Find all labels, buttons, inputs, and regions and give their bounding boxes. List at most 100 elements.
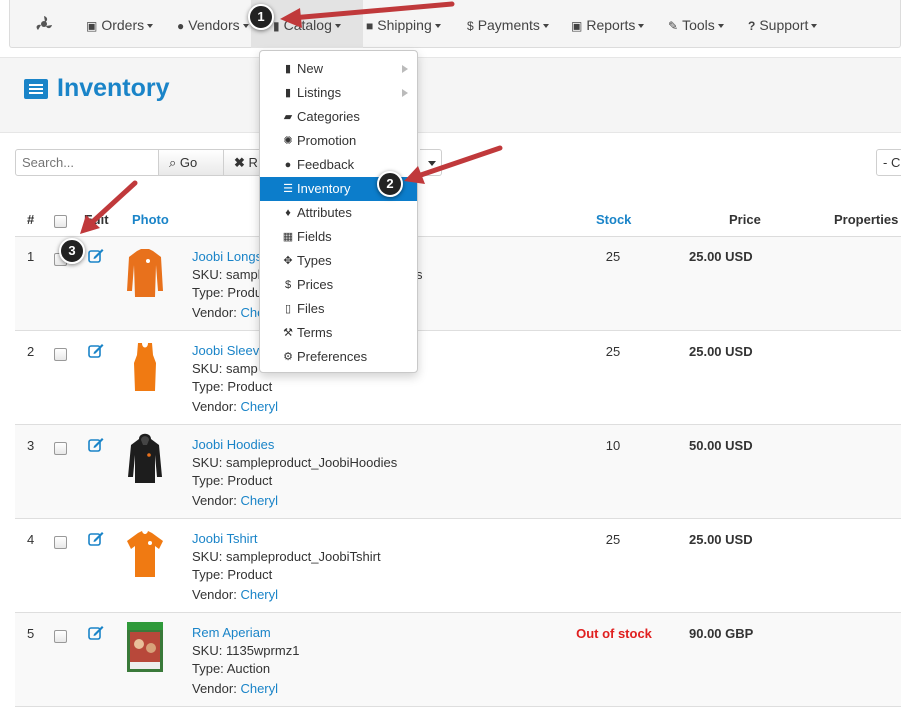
filter-select[interactable] bbox=[420, 149, 442, 176]
price-value: 90.00 GBP bbox=[689, 626, 754, 641]
nav-support[interactable]: ? Support bbox=[748, 0, 818, 48]
menu-item-listings[interactable]: ▮ Listings bbox=[260, 81, 417, 105]
select-all-checkbox[interactable] bbox=[54, 215, 67, 228]
menu-item-types[interactable]: ✥ Types bbox=[260, 249, 417, 273]
product-info: Rem Aperiam SKU: 1135wprmz1 Type: Auctio… bbox=[192, 624, 300, 696]
cogs-icon: ⚙ bbox=[283, 351, 293, 363]
menu-item-terms[interactable]: ⚒ Terms bbox=[260, 321, 417, 345]
column-header-stock[interactable]: Stock bbox=[596, 212, 631, 227]
annotation-badge-1: 1 bbox=[248, 4, 274, 30]
bookmark-icon: ▮ bbox=[284, 87, 292, 99]
caret-down-icon bbox=[717, 24, 724, 29]
vendor-link[interactable]: Cheryl bbox=[240, 587, 278, 602]
annotation-badge-3: 3 bbox=[59, 238, 85, 264]
question-icon: ? bbox=[748, 19, 756, 33]
page-header: Inventory bbox=[0, 57, 901, 133]
go-button[interactable]: ⌕ Go bbox=[158, 149, 224, 176]
nav-shipping[interactable]: ■ Shipping bbox=[366, 0, 441, 48]
nav-tools[interactable]: ✎ Tools bbox=[668, 0, 724, 48]
comment-icon: ● bbox=[284, 159, 292, 171]
page-title: Inventory bbox=[57, 74, 170, 102]
menu-item-files[interactable]: ▯ Files bbox=[260, 297, 417, 321]
bookmark-icon: ▮ bbox=[273, 19, 280, 33]
money-icon: ▣ bbox=[571, 19, 583, 33]
table-row: 1 Joobi Longs SKU: sampl Type: Produc Ve… bbox=[15, 237, 901, 331]
product-photo-tanktop[interactable] bbox=[125, 341, 165, 393]
search-input[interactable] bbox=[15, 149, 159, 176]
product-name-link[interactable]: Joobi Hoodies bbox=[192, 436, 397, 454]
list-alt-icon bbox=[24, 79, 48, 99]
row-checkbox[interactable] bbox=[54, 442, 67, 455]
edit-icon[interactable] bbox=[88, 343, 104, 358]
list-alt-icon: ☰ bbox=[283, 183, 293, 195]
table-row: 3 Joobi Hoodies SKU: sampleproduct_Joobi… bbox=[15, 425, 901, 519]
product-type: Product bbox=[227, 379, 273, 394]
product-photo-tshirt[interactable] bbox=[125, 529, 165, 581]
row-index: 4 bbox=[27, 532, 35, 547]
menu-item-prices[interactable]: $ Prices bbox=[260, 273, 417, 297]
column-header-price: Price bbox=[729, 212, 761, 227]
nav-payments[interactable]: $ Payments bbox=[467, 0, 549, 48]
product-name-link[interactable]: Joobi Longs bbox=[192, 248, 269, 266]
chevron-right-icon bbox=[402, 89, 408, 97]
list-filter-select[interactable]: - C bbox=[876, 149, 901, 176]
table-row: 4 Joobi Tshirt SKU: sampleproduct_JoobiT… bbox=[15, 519, 901, 613]
row-checkbox[interactable] bbox=[54, 536, 67, 549]
product-sku: sampl bbox=[225, 267, 261, 282]
dollar-icon: $ bbox=[467, 19, 474, 33]
vendor-link[interactable]: Cheryl bbox=[240, 681, 278, 696]
menu-item-fields[interactable]: ▦ Fields bbox=[260, 225, 417, 249]
edit-icon[interactable] bbox=[88, 437, 104, 452]
caret-down-icon bbox=[428, 161, 436, 166]
arrows-icon: ✥ bbox=[283, 255, 293, 267]
nav-orders[interactable]: ▣ Orders bbox=[86, 0, 154, 48]
app-logo-icon[interactable] bbox=[34, 14, 54, 34]
price-value: 50.00 USD bbox=[689, 438, 753, 453]
edit-icon[interactable] bbox=[88, 625, 104, 640]
stock-value: 10 bbox=[605, 438, 621, 453]
product-info: Joobi Tshirt SKU: sampleproduct_JoobiTsh… bbox=[192, 530, 381, 602]
chevron-right-icon bbox=[402, 65, 408, 73]
caret-down-icon bbox=[434, 24, 441, 29]
annotation-badge-2: 2 bbox=[377, 171, 403, 197]
menu-item-categories[interactable]: ▰ Categories bbox=[260, 105, 417, 129]
menu-item-promotion[interactable]: ✺ Promotion bbox=[260, 129, 417, 153]
product-name-link[interactable]: Joobi Tshirt bbox=[192, 530, 381, 548]
vendor-link[interactable]: Cheryl bbox=[240, 493, 278, 508]
product-sku: samp bbox=[225, 361, 258, 376]
product-sku: sampleproduct_JoobiHoodies bbox=[225, 455, 398, 470]
product-type: Auction bbox=[226, 661, 271, 676]
close-icon: ✖ bbox=[234, 155, 245, 170]
product-type: Product bbox=[227, 567, 273, 582]
file-icon: ▯ bbox=[284, 303, 292, 315]
bookmark-icon: ▮ bbox=[284, 63, 292, 75]
price-value: 25.00 USD bbox=[689, 344, 753, 359]
row-index: 3 bbox=[27, 438, 35, 453]
column-header-index: # bbox=[27, 212, 35, 227]
edit-icon[interactable] bbox=[88, 531, 104, 546]
stock-value: 25 bbox=[605, 344, 621, 359]
vendor-link[interactable]: Cheryl bbox=[240, 399, 278, 414]
menu-item-new[interactable]: ▮ New bbox=[260, 57, 417, 81]
product-photo-hoodie[interactable] bbox=[125, 433, 165, 485]
nav-vendors[interactable]: ● Vendors bbox=[177, 0, 249, 48]
folder-open-icon: ▰ bbox=[283, 111, 293, 123]
table-row: 5 Rem Aperiam SKU: 1135wprmz1 Type: Auct… bbox=[15, 613, 901, 707]
row-checkbox[interactable] bbox=[54, 630, 67, 643]
caret-down-icon bbox=[242, 24, 249, 29]
product-photo-cover[interactable] bbox=[127, 622, 163, 672]
nav-reports[interactable]: ▣ Reports bbox=[571, 0, 645, 48]
row-checkbox[interactable] bbox=[54, 348, 67, 361]
edit-icon[interactable] bbox=[88, 248, 104, 263]
stock-value: 25 bbox=[605, 249, 621, 264]
stock-status-out: Out of stock bbox=[576, 626, 652, 641]
rebel-icon: ✺ bbox=[283, 135, 293, 147]
product-sku: sampleproduct_JoobiTshirt bbox=[225, 549, 381, 564]
menu-item-attributes[interactable]: ♦ Attributes bbox=[260, 201, 417, 225]
product-name-link[interactable]: Rem Aperiam bbox=[192, 624, 299, 642]
product-photo-longsleeve[interactable] bbox=[125, 247, 165, 299]
dollar-icon: $ bbox=[284, 279, 292, 291]
column-header-photo[interactable]: Photo bbox=[132, 212, 169, 227]
menu-item-preferences[interactable]: ⚙ Preferences bbox=[260, 345, 417, 369]
money-icon: ▣ bbox=[86, 19, 98, 33]
